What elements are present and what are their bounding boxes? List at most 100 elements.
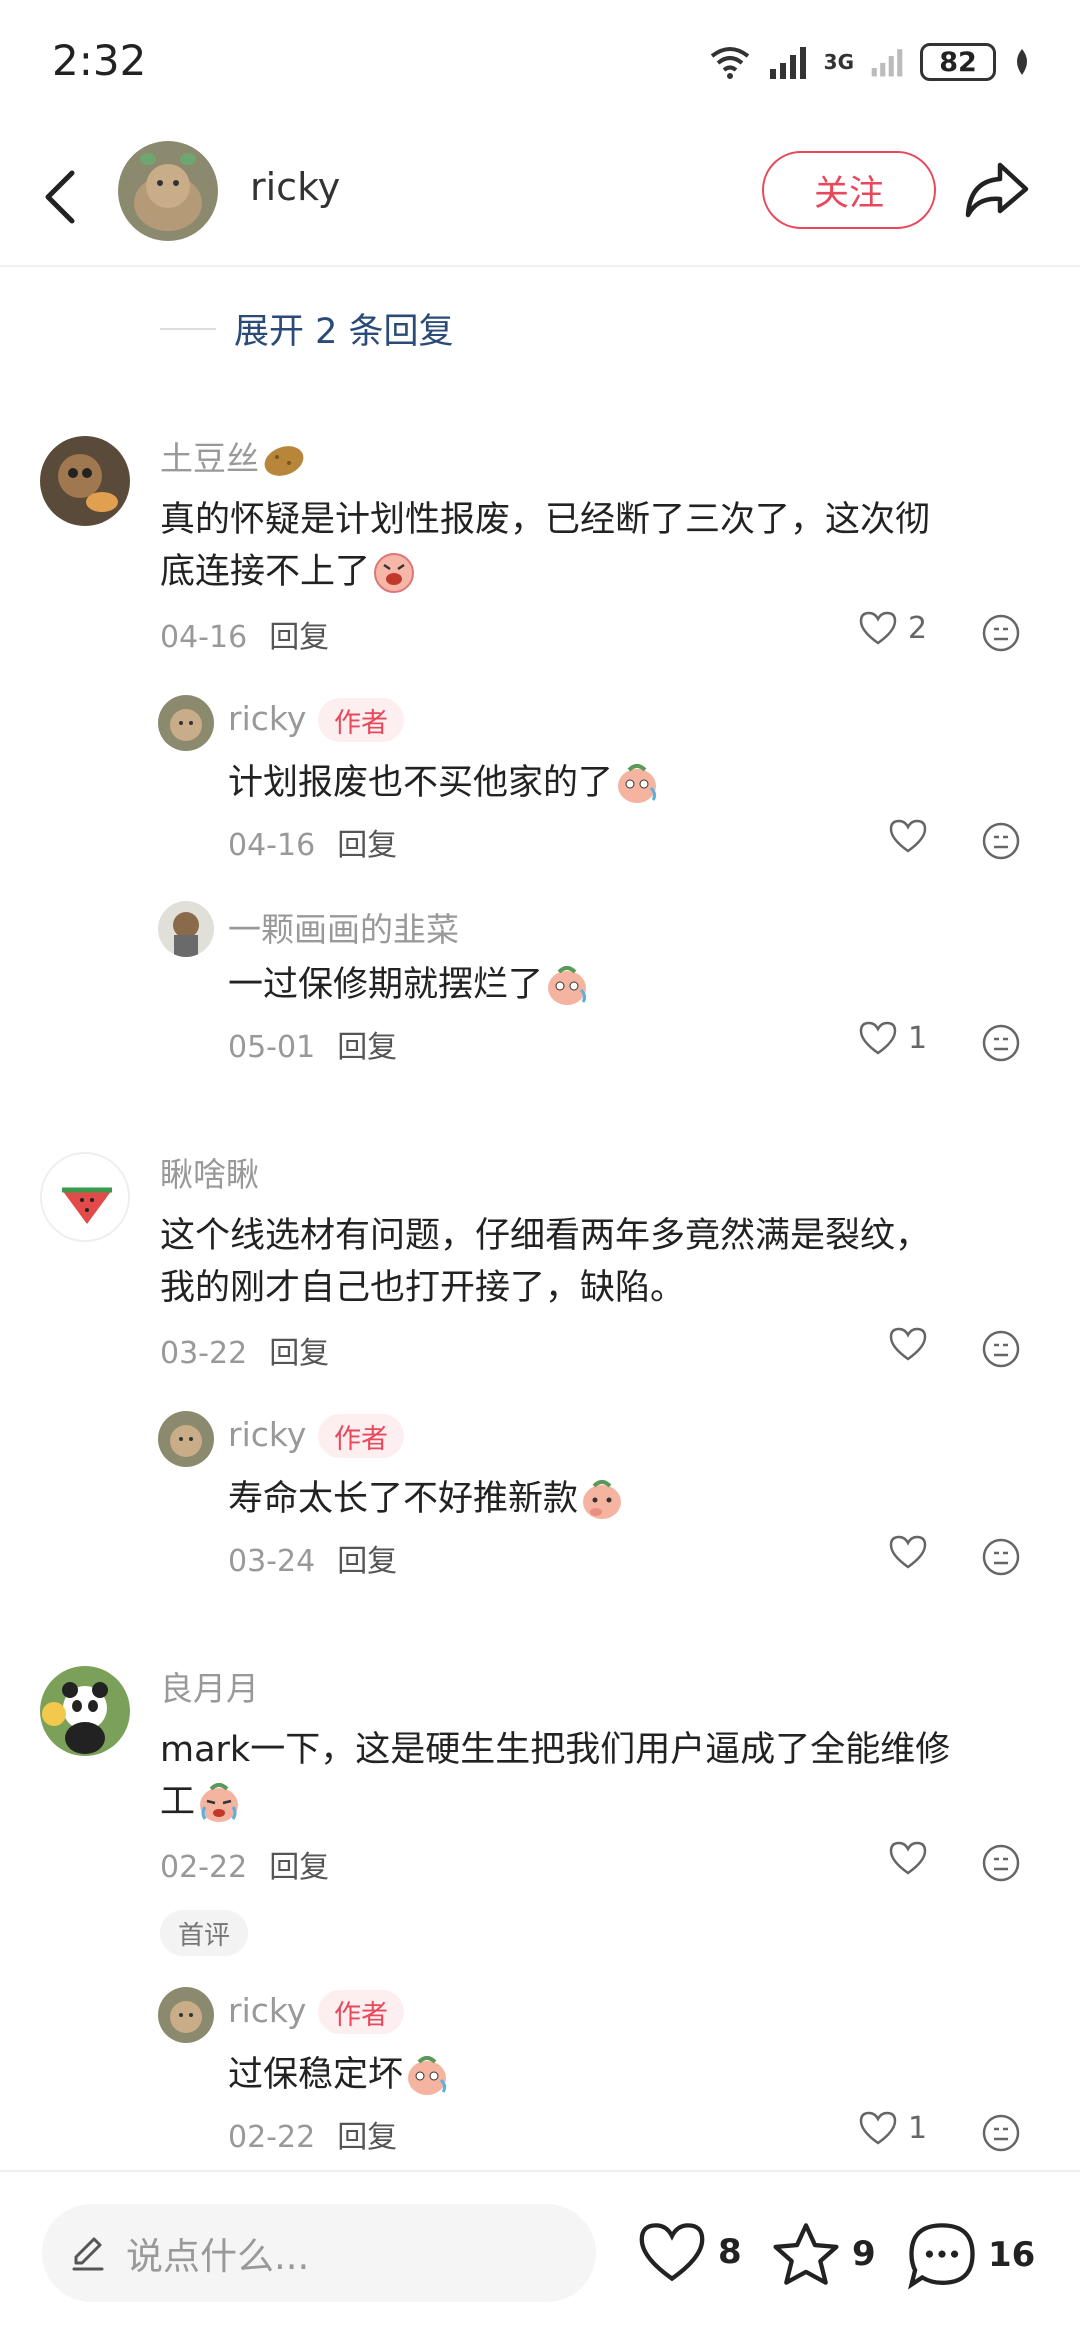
- reply-author-name[interactable]: ricky: [228, 699, 306, 738]
- like-count: 2: [908, 610, 928, 646]
- reply-button[interactable]: 回复: [269, 620, 329, 655]
- comment-icon: [908, 2223, 975, 2290]
- heart-icon: [639, 2223, 705, 2282]
- heart-icon: [889, 1841, 927, 1875]
- signal-icon: [769, 47, 806, 79]
- heart-icon: [859, 2111, 897, 2145]
- author-tag: 作者: [318, 698, 404, 742]
- like-count: 1: [908, 2110, 928, 2146]
- collect-action[interactable]: 9: [770, 2220, 876, 2288]
- reply-button[interactable]: 回复: [337, 1544, 397, 1579]
- face-icon[interactable]: [981, 1023, 1021, 1063]
- reply-text-content: 一过保修期就摆烂了: [228, 965, 544, 1005]
- reply-author-name[interactable]: 一颗画画的韭菜: [228, 903, 459, 951]
- face-icon[interactable]: [981, 821, 1021, 861]
- face-icon[interactable]: [981, 2113, 1021, 2153]
- post-header: ricky 关注: [0, 125, 1080, 267]
- reply-date: 02-22: [228, 2120, 316, 2155]
- expand-replies[interactable]: 展开 2 条回复: [160, 303, 454, 354]
- avatar[interactable]: [158, 695, 214, 751]
- comment-text-line: 真的怀疑是计划性报废，已经断了三次了，这次彻: [160, 500, 931, 540]
- status-bar: 2:32 3G 82: [0, 0, 1080, 125]
- reply-meta: 03-24 回复: [228, 1536, 397, 1580]
- commenter-name[interactable]: 土豆丝: [160, 432, 307, 481]
- heart-icon: [859, 1021, 897, 1055]
- like-button[interactable]: 1: [858, 2110, 927, 2146]
- heart-icon: [889, 1327, 927, 1361]
- reply-button[interactable]: 回复: [337, 2120, 397, 2155]
- face-icon[interactable]: [981, 1843, 1021, 1883]
- share-icon[interactable]: [962, 155, 1032, 225]
- first-comment-badge: 首评: [160, 1910, 249, 1956]
- reply-text: 计划报废也不买他家的了: [228, 757, 661, 809]
- comment-text-line: mark一下，这是硬生生把我们用户逼成了全能维修: [160, 1730, 951, 1770]
- battery-icon: 82: [920, 43, 996, 81]
- back-icon[interactable]: [36, 167, 84, 227]
- comment-text-line: 我的刚才自己也打开接了，缺陷。: [160, 1268, 686, 1308]
- comment-input[interactable]: 说点什么...: [42, 2204, 596, 2302]
- comment-text-line: 这个线选材有问题，仔细看两年多竟然满是裂纹，: [160, 1216, 931, 1256]
- network-type: 3G: [823, 50, 854, 74]
- commenter-name[interactable]: 良月月: [160, 1662, 259, 1710]
- follow-button[interactable]: 关注: [762, 151, 936, 229]
- like-button[interactable]: 1: [858, 1020, 927, 1056]
- avatar[interactable]: [40, 1666, 130, 1756]
- reply-meta: 05-01 回复: [228, 1022, 397, 1066]
- signal-weak-icon: [871, 49, 903, 77]
- avatar[interactable]: [40, 1152, 130, 1242]
- reply-meta: 04-16 回复: [228, 820, 397, 864]
- reply-button[interactable]: 回复: [337, 1030, 397, 1065]
- heart-icon: [859, 611, 897, 645]
- like-total: 8: [718, 2232, 742, 2272]
- avatar[interactable]: [158, 1411, 214, 1467]
- expand-replies-label[interactable]: 展开 2 条回复: [234, 303, 454, 354]
- reply-button[interactable]: 回复: [337, 828, 397, 863]
- author-name[interactable]: ricky: [250, 165, 340, 209]
- wifi-icon: [710, 47, 749, 79]
- comment-total: 16: [988, 2235, 1036, 2275]
- like-button[interactable]: [888, 1840, 938, 1876]
- avatar[interactable]: [158, 1987, 214, 2043]
- face-icon[interactable]: [981, 613, 1021, 653]
- star-total: 9: [852, 2234, 876, 2274]
- author-tag: 作者: [318, 1990, 404, 2034]
- comment-text-line: 底连接不上了: [160, 552, 371, 592]
- reply-meta: 02-22 回复: [228, 2112, 397, 2156]
- author-avatar[interactable]: [118, 141, 218, 241]
- like-action[interactable]: 8: [636, 2220, 742, 2284]
- like-button[interactable]: [888, 1534, 938, 1570]
- comment-input-placeholder: 说点什么...: [126, 2235, 310, 2278]
- commenter-name[interactable]: 瞅啥瞅: [160, 1148, 259, 1196]
- reply-date: 04-16: [228, 828, 316, 863]
- like-button[interactable]: [888, 1326, 938, 1362]
- comment-meta: 03-22 回复: [160, 1328, 329, 1372]
- potato-emoji-icon: [264, 445, 304, 476]
- face-icon[interactable]: [981, 1537, 1021, 1577]
- avatar[interactable]: [158, 901, 214, 957]
- commenter-name-text: 土豆丝: [160, 439, 259, 478]
- reply-author-name[interactable]: ricky: [228, 1991, 306, 2030]
- reply-button[interactable]: 回复: [269, 1336, 329, 1371]
- reply-author-name[interactable]: ricky: [228, 1415, 306, 1454]
- comment-text: 这个线选材有问题，仔细看两年多竟然满是裂纹， 我的刚才自己也打开接了，缺陷。: [160, 1210, 930, 1314]
- reply-text: 一过保修期就摆烂了: [228, 959, 591, 1011]
- comment-action[interactable]: 16: [906, 2220, 1035, 2290]
- like-button[interactable]: [888, 818, 938, 854]
- tearful-emoji-icon: [618, 764, 657, 803]
- crying-emoji-icon: [200, 1783, 239, 1822]
- reply-text-content: 过保稳定坏: [228, 2055, 404, 2095]
- reply-date: 03-24: [228, 1544, 316, 1579]
- comment-text-line: 工: [160, 1782, 196, 1822]
- comment-date: 04-16: [160, 620, 248, 655]
- reply-text-content: 寿命太长了不好推新款: [228, 1479, 579, 1519]
- avatar[interactable]: [40, 436, 130, 526]
- like-button[interactable]: 2: [858, 610, 927, 646]
- crying-emoji-icon: [374, 553, 415, 593]
- reply-button[interactable]: 回复: [269, 1850, 329, 1885]
- author-tag: 作者: [318, 1414, 404, 1458]
- face-icon[interactable]: [981, 1329, 1021, 1369]
- pen-icon: [72, 2237, 104, 2271]
- comment-meta: 04-16 回复: [160, 612, 329, 656]
- leaf-icon: [1017, 49, 1027, 75]
- reply-text-content: 计划报废也不买他家的了: [228, 763, 614, 803]
